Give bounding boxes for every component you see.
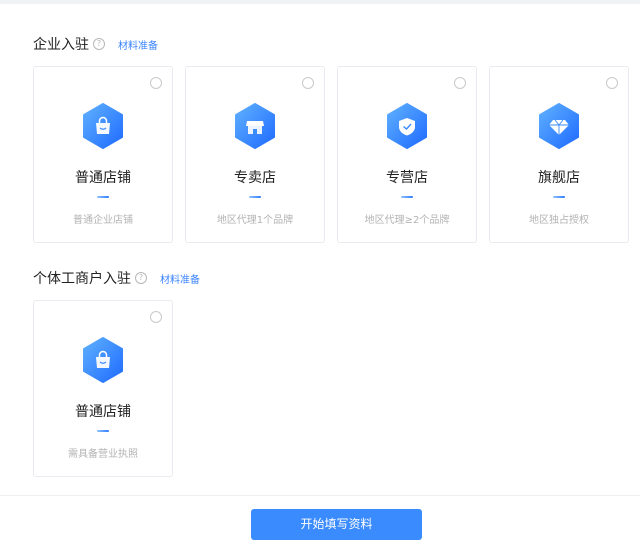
card-name: 专卖店 xyxy=(234,170,276,186)
radio-button[interactable] xyxy=(454,77,466,89)
individual-materials-link[interactable]: 材料准备 xyxy=(160,271,200,286)
card-name: 普通店铺 xyxy=(75,170,131,186)
top-divider-band xyxy=(0,0,640,4)
accent-bar xyxy=(553,196,565,198)
store-type-card-individual-standard[interactable]: 普通店铺 需具备营业执照 xyxy=(33,300,173,477)
store-type-card-standard[interactable]: 普通店铺 普通企业店铺 xyxy=(33,66,173,243)
enterprise-section-title: 企业入驻 xyxy=(33,37,89,53)
shield-icon xyxy=(387,103,427,149)
help-icon[interactable]: ? xyxy=(93,38,105,50)
card-name: 专营店 xyxy=(386,170,428,186)
storefront-icon xyxy=(235,103,275,149)
card-description: 地区代理≥2个品牌 xyxy=(364,215,450,226)
shopping-bag-icon xyxy=(83,103,123,149)
accent-bar xyxy=(97,196,109,198)
help-icon[interactable]: ? xyxy=(135,272,147,284)
shopping-bag-icon xyxy=(83,337,123,383)
radio-button[interactable] xyxy=(302,77,314,89)
individual-section-title: 个体工商户入驻 xyxy=(33,271,131,287)
card-name: 普通店铺 xyxy=(75,404,131,420)
card-name: 旗舰店 xyxy=(538,170,580,186)
individual-section-header: 个体工商户入驻 ? 材料准备 xyxy=(33,268,200,288)
enterprise-section-header: 企业入驻 ? 材料准备 xyxy=(33,34,158,54)
radio-button[interactable] xyxy=(606,77,618,89)
card-description: 地区代理1个品牌 xyxy=(216,215,294,226)
card-description: 普通企业店铺 xyxy=(73,215,133,226)
footer-divider xyxy=(0,495,640,496)
diamond-icon xyxy=(539,103,579,149)
card-description: 地区独占授权 xyxy=(529,215,589,226)
accent-bar xyxy=(401,196,413,198)
card-description: 需具备营业执照 xyxy=(68,449,138,460)
radio-button[interactable] xyxy=(150,311,162,323)
store-type-card-specialty[interactable]: 专营店 地区代理≥2个品牌 xyxy=(337,66,477,243)
store-type-card-flagship[interactable]: 旗舰店 地区独占授权 xyxy=(489,66,629,243)
accent-bar xyxy=(249,196,261,198)
store-type-card-exclusive[interactable]: 专卖店 地区代理1个品牌 xyxy=(185,66,325,243)
accent-bar xyxy=(97,430,109,432)
radio-button[interactable] xyxy=(150,77,162,89)
start-filling-button[interactable]: 开始填写资料 xyxy=(251,509,422,540)
enterprise-materials-link[interactable]: 材料准备 xyxy=(118,37,158,52)
